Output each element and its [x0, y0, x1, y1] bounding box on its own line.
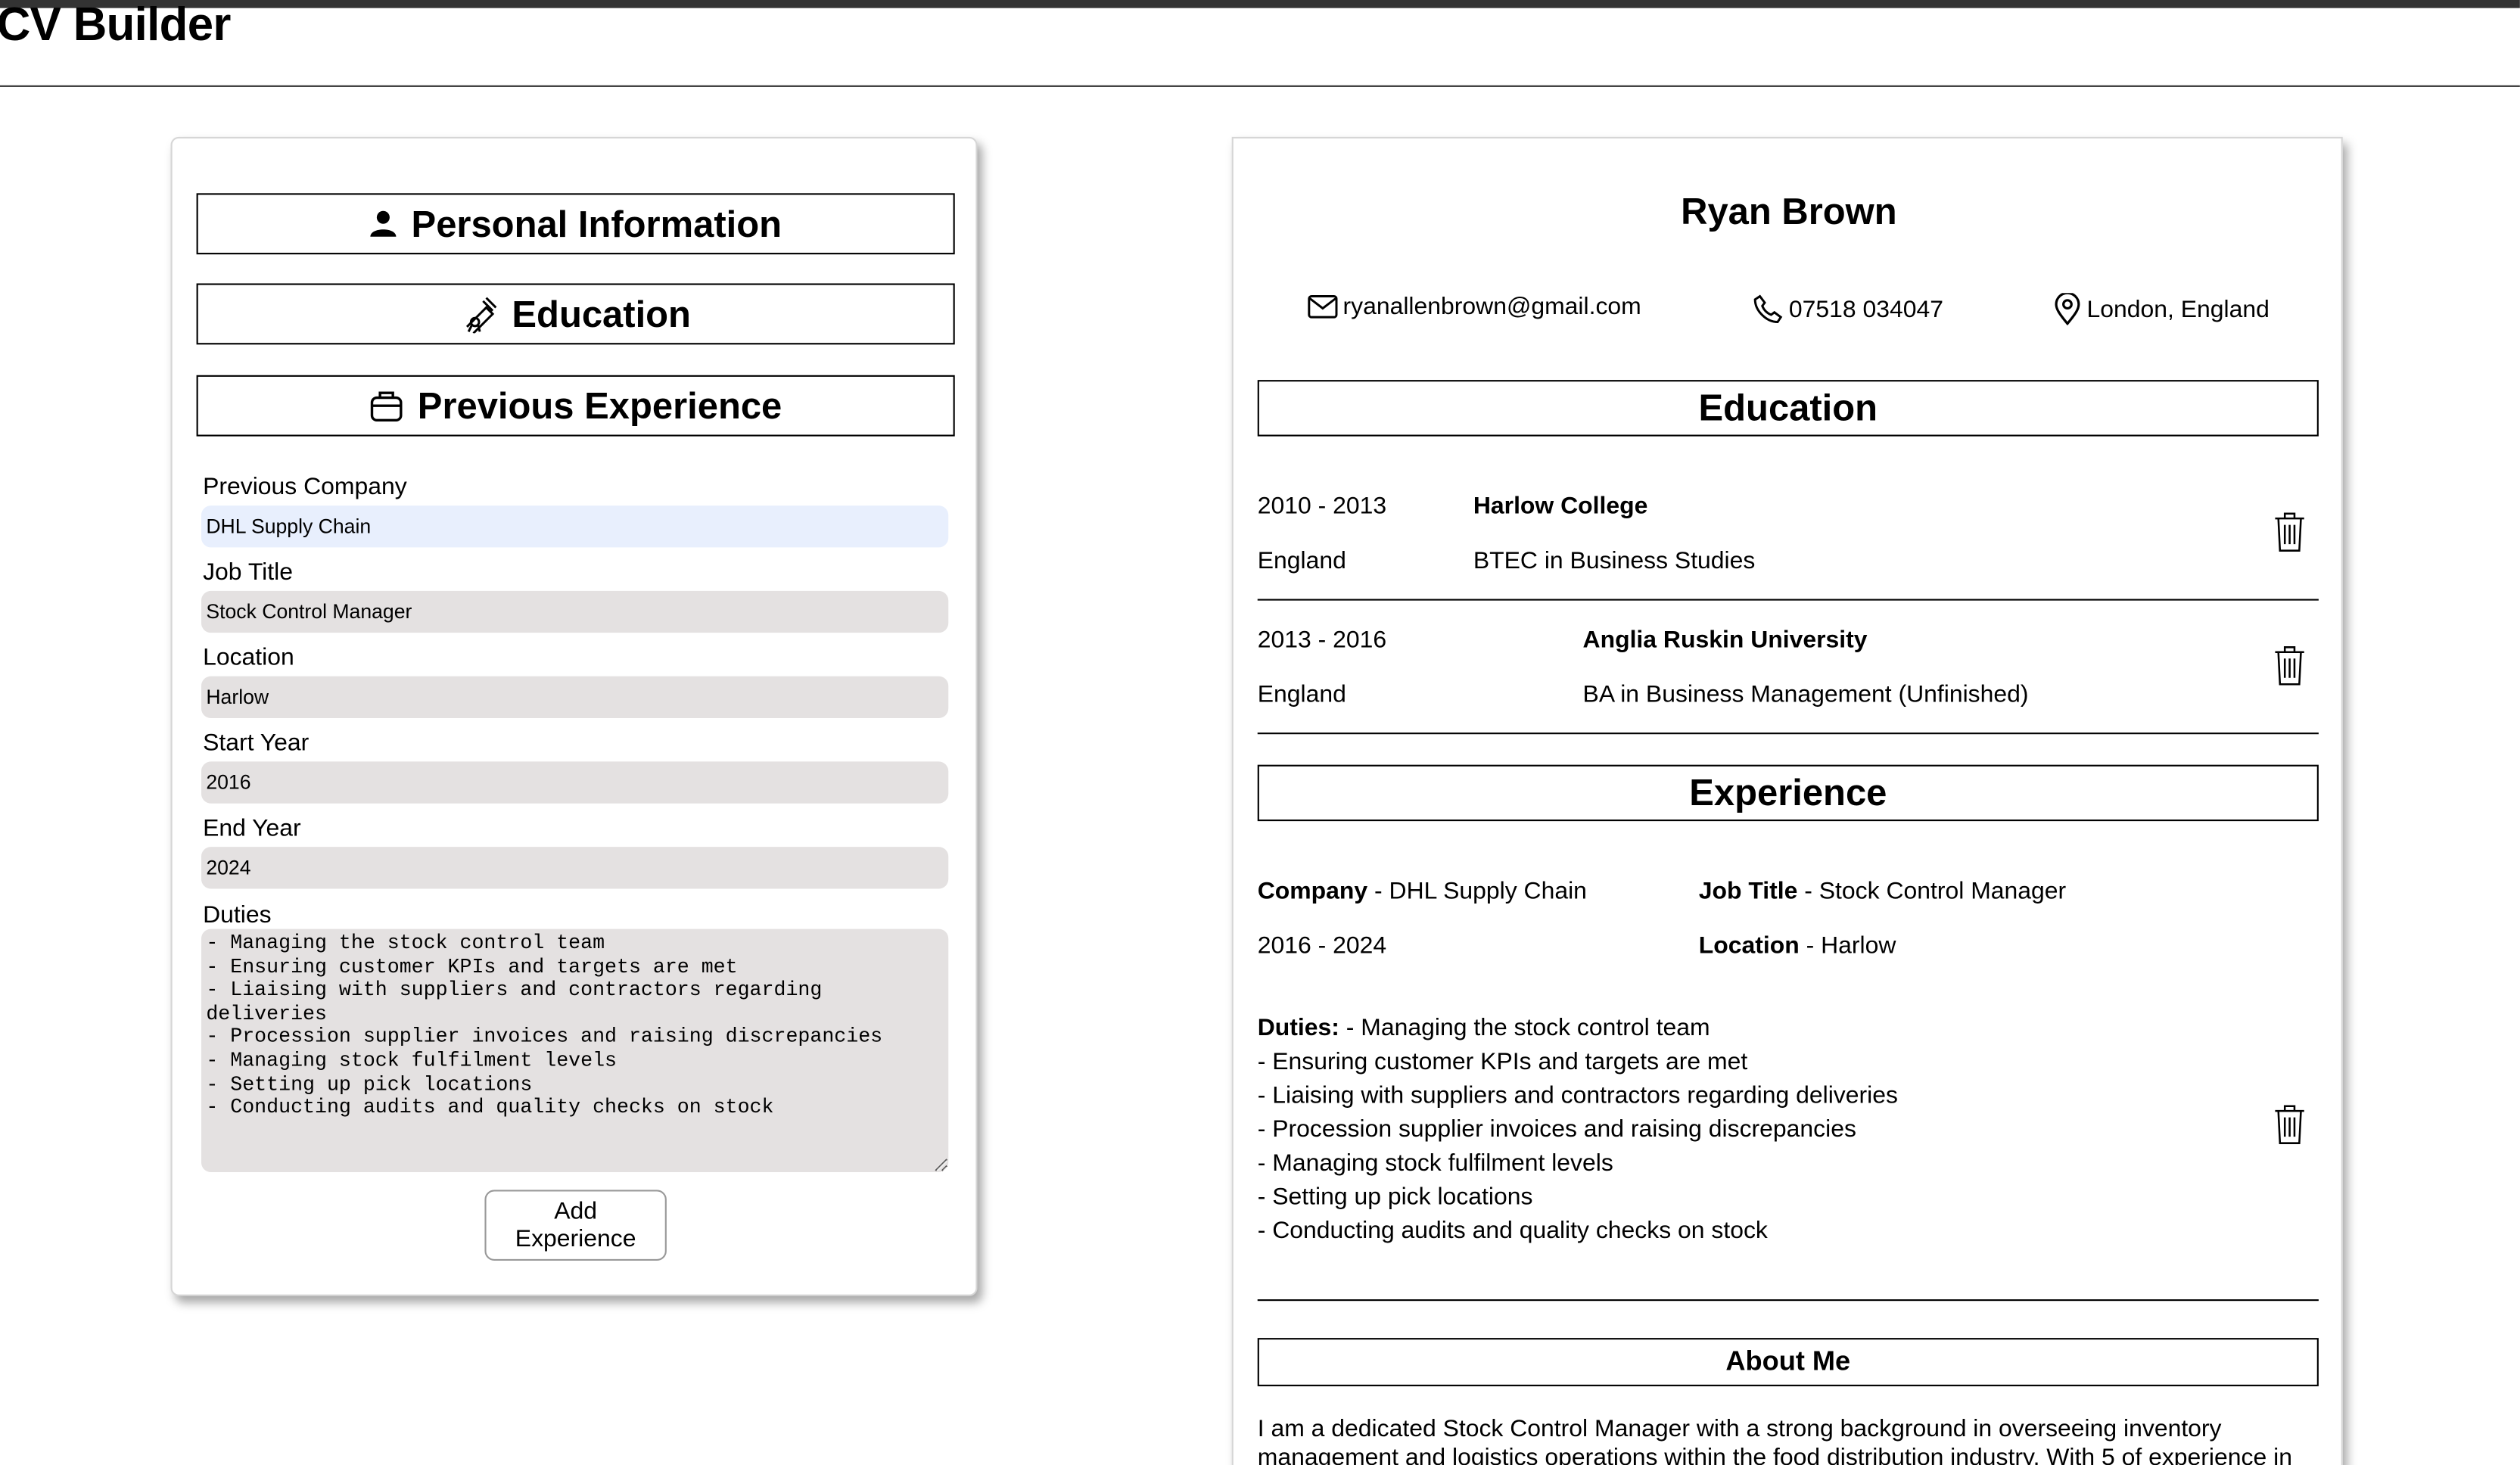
education-heading: Education — [1257, 380, 2319, 437]
location-label: Location — [203, 644, 294, 672]
contact-email: ryanallenbrown@gmail.com — [1308, 293, 1641, 320]
duty-item: Duties: - Managing the stock control tea… — [1258, 1011, 1898, 1045]
duty-item: - Conducting audits and quality checks o… — [1257, 1217, 1768, 1245]
job-title-label: Job Title — [203, 558, 293, 586]
duties-label: Duties: — [1257, 1014, 1339, 1042]
briefcase-icon — [371, 391, 403, 422]
end-year-label: End Year — [203, 814, 301, 842]
job-title-value: Stock Control Manager — [1818, 877, 2067, 905]
education-country: England — [1257, 681, 1346, 709]
location-label: Location — [1698, 932, 1800, 960]
contact-location: London, England — [2053, 293, 2270, 325]
location-value: Harlow — [1821, 932, 1896, 960]
duty-item: - Liaising with suppliers and contractor… — [1257, 1081, 1898, 1109]
education-school: Harlow College — [1473, 493, 1648, 521]
trash-icon[interactable] — [2273, 510, 2306, 552]
job-title-label: Job Title — [1698, 877, 1798, 905]
email-text: ryanallenbrown@gmail.com — [1342, 293, 1641, 321]
experience-years: 2016 - 2024 — [1257, 932, 1387, 960]
trash-icon[interactable] — [2273, 644, 2306, 686]
company-value: DHL Supply Chain — [1389, 877, 1587, 905]
education-divider — [1257, 599, 2319, 601]
about-me-heading: About Me — [1257, 1338, 2319, 1386]
duty-item: - Ensuring customer KPIs and targets are… — [1257, 1048, 1748, 1076]
personal-information-label: Personal Information — [411, 202, 782, 244]
duties-textarea[interactable]: - Managing the stock control team - Ensu… — [201, 928, 949, 1172]
experience-heading: Experience — [1257, 764, 2319, 822]
about-me-text: I am a dedicated Stock Control Manager w… — [1257, 1415, 2292, 1465]
phone-text: 07518 034047 — [1788, 295, 1944, 323]
education-divider — [1257, 732, 2319, 735]
diploma-icon — [465, 297, 497, 334]
previous-experience-label: Previous Experience — [417, 384, 782, 426]
education-section-label: Education — [512, 292, 691, 334]
trash-icon[interactable] — [2273, 1103, 2306, 1144]
app-title: CV Builder — [0, 0, 231, 52]
education-qualification: BTEC in Business Studies — [1473, 547, 1756, 575]
education-section-button[interactable]: Education — [196, 283, 955, 345]
duty-item: - Procession supplier invoices and raisi… — [1257, 1115, 1856, 1143]
duty-text: - Managing the stock control team — [1346, 1014, 1710, 1042]
map-pin-icon — [2055, 293, 2080, 325]
start-year-input[interactable] — [201, 761, 949, 804]
location-text: London, England — [2086, 295, 2270, 323]
experience-duties: Duties: - Managing the stock control tea… — [1258, 1011, 1898, 1248]
education-years: 2010 - 2013 — [1257, 493, 1387, 521]
title-divider — [0, 85, 2520, 87]
start-year-label: Start Year — [203, 729, 310, 757]
experience-job-title: Job Title - Stock Control Manager — [1698, 877, 2067, 905]
phone-icon — [1753, 294, 1783, 324]
personal-information-section-button[interactable]: Personal Information — [196, 193, 955, 255]
duty-item: - Managing stock fulfilment levels — [1257, 1149, 1613, 1177]
previous-experience-section-button[interactable]: Previous Experience — [196, 375, 955, 437]
cv-name: Ryan Brown — [1681, 190, 1897, 232]
mail-icon — [1308, 295, 1338, 319]
location-input[interactable] — [201, 676, 949, 718]
cv-form-panel: Personal Information Education Previous … — [170, 136, 978, 1296]
education-qualification: BA in Business Management (Unfinished) — [1582, 681, 2029, 709]
previous-company-label: Previous Company — [203, 473, 407, 501]
contact-phone: 07518 034047 — [1752, 293, 1943, 325]
top-bar — [0, 0, 2520, 8]
experience-company: Company - DHL Supply Chain — [1257, 877, 1587, 905]
experience-divider — [1257, 1299, 2319, 1302]
cv-preview: Ryan Brown ryanallenbrown@gmail.com 0751… — [1231, 136, 2343, 1465]
add-experience-button[interactable]: Add Experience — [484, 1190, 667, 1261]
job-title-input[interactable] — [201, 590, 949, 633]
person-icon — [371, 210, 397, 237]
education-school: Anglia Ruskin University — [1582, 626, 1868, 654]
end-year-input[interactable] — [201, 847, 949, 889]
duties-label: Duties — [203, 901, 272, 929]
education-years: 2013 - 2016 — [1257, 626, 1387, 654]
duty-item: - Setting up pick locations — [1257, 1183, 1533, 1212]
previous-company-input[interactable] — [201, 505, 949, 548]
experience-location: Location - Harlow — [1698, 932, 1896, 960]
company-label: Company — [1257, 877, 1368, 905]
education-country: England — [1257, 547, 1346, 575]
